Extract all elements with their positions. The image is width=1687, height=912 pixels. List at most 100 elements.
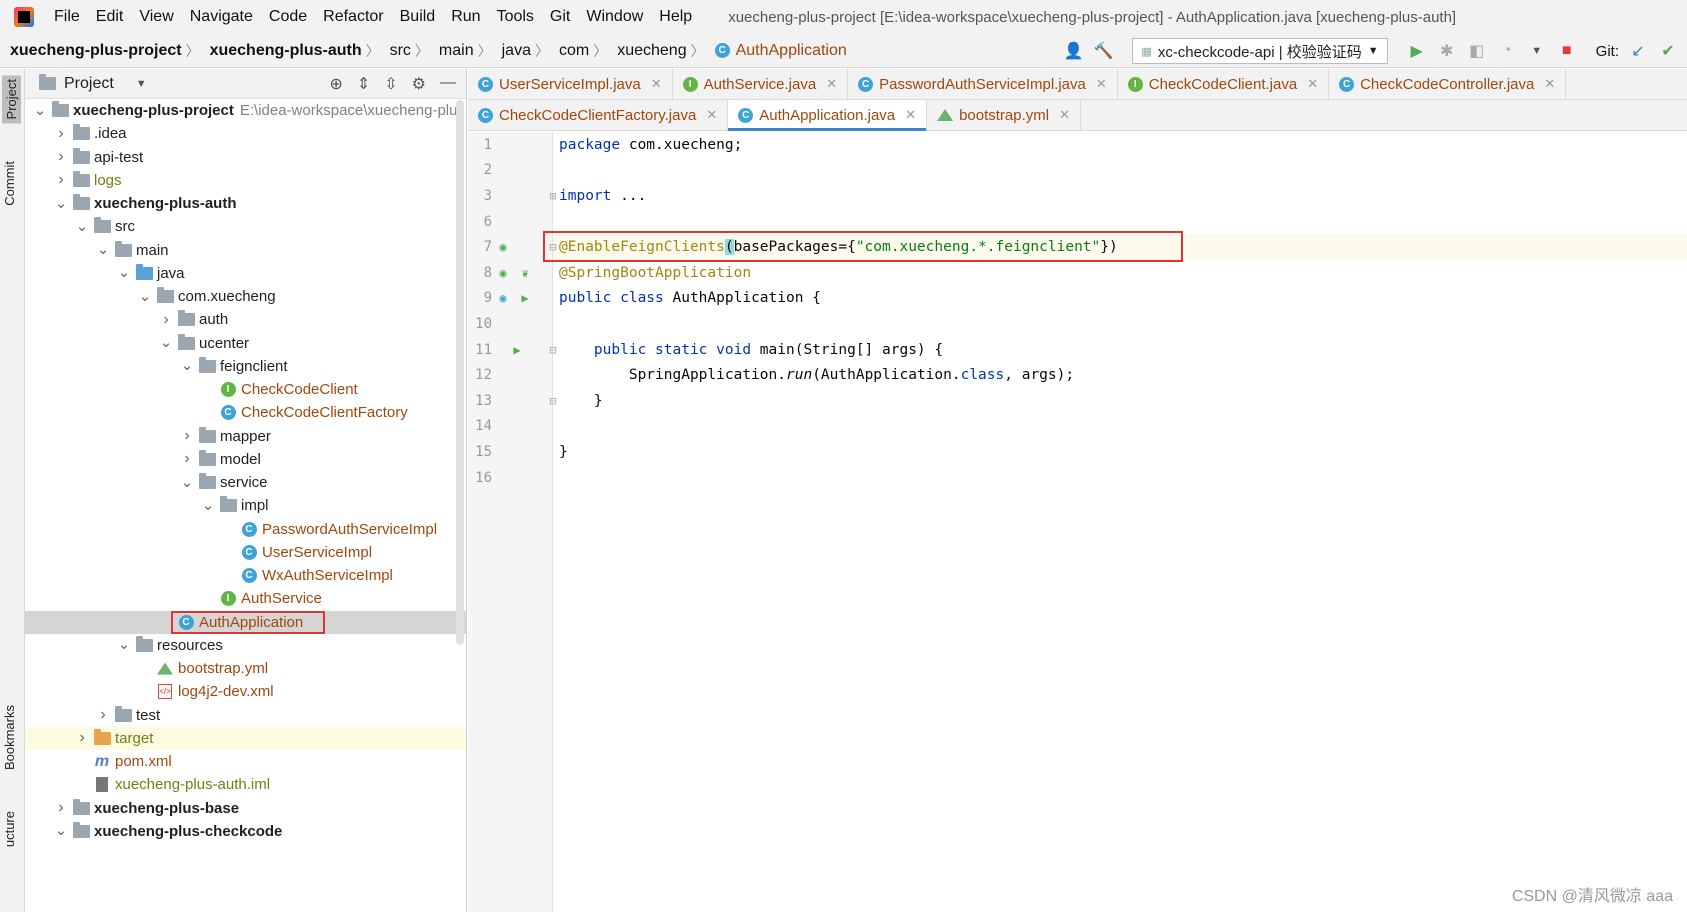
tree-item[interactable]: ⌄ xuecheng-plus-auth xyxy=(25,192,466,215)
menu-git[interactable]: Git xyxy=(542,8,578,26)
project-panel-title[interactable]: Project xyxy=(64,75,114,93)
code-line[interactable]: 8 ◉ ❦ @SpringBootApplication xyxy=(484,260,1687,286)
menu-view[interactable]: View xyxy=(131,8,181,26)
code-line[interactable]: 2 xyxy=(484,158,1687,184)
code-line[interactable]: 16 xyxy=(475,465,1687,491)
tree-item[interactable]: </> log4j2-dev.xml xyxy=(25,680,466,703)
project-tree-scrollbar[interactable] xyxy=(456,100,464,645)
spring-icon[interactable]: ❦ xyxy=(517,265,533,281)
more-run-icon[interactable]: ▼ xyxy=(1526,40,1548,62)
code-line[interactable]: 14 xyxy=(475,414,1687,440)
tree-item[interactable]: › model xyxy=(25,448,466,471)
chevron-right-icon[interactable]: › xyxy=(54,148,68,166)
breadcrumb-item[interactable]: xuecheng xyxy=(607,42,690,60)
chevron-right-icon[interactable]: › xyxy=(54,799,68,817)
code-line[interactable]: 1 package com.xuecheng; xyxy=(484,132,1687,158)
close-icon[interactable]: ✕ xyxy=(826,76,837,92)
tree-item[interactable]: bootstrap.yml xyxy=(25,657,466,680)
close-icon[interactable]: ✕ xyxy=(1307,76,1318,92)
chevron-right-icon[interactable]: › xyxy=(96,706,110,724)
tool-tab-commit[interactable]: Commit xyxy=(2,161,17,206)
menu-edit[interactable]: Edit xyxy=(88,8,132,26)
fold-icon[interactable]: ⊞ xyxy=(545,188,561,204)
breadcrumb-item[interactable]: xuecheng-plus-auth xyxy=(200,42,366,60)
tree-item[interactable]: › logs xyxy=(25,169,466,192)
tree-item[interactable]: › .idea xyxy=(25,122,466,145)
tree-item[interactable]: C AuthApplication xyxy=(25,610,466,634)
tree-item[interactable]: ⌄ main xyxy=(25,239,466,262)
tree-item[interactable]: I AuthService xyxy=(25,587,466,610)
chevron-down-icon[interactable]: ⌄ xyxy=(117,637,131,652)
tree-item[interactable]: › target xyxy=(25,726,466,750)
breadcrumb-item[interactable]: main xyxy=(429,42,478,60)
close-icon[interactable]: ✕ xyxy=(1096,76,1107,92)
collapse-all-icon[interactable]: ⇳ xyxy=(384,74,397,94)
close-icon[interactable]: ✕ xyxy=(1059,107,1070,123)
breadcrumb-item[interactable]: src xyxy=(380,42,415,60)
chevron-right-icon[interactable]: › xyxy=(54,171,68,189)
tree-item[interactable]: ⌄ feignclient xyxy=(25,355,466,378)
chevron-right-icon[interactable]: › xyxy=(180,427,194,445)
tree-item[interactable]: ⌄ src xyxy=(25,215,466,238)
chevron-right-icon[interactable]: › xyxy=(54,125,68,143)
tree-item[interactable]: ⌄ service xyxy=(25,471,466,494)
tree-item[interactable]: xuecheng-plus-auth.iml xyxy=(25,773,466,796)
bean-icon[interactable]: ◉ xyxy=(495,265,511,281)
chevron-down-icon[interactable]: ⌄ xyxy=(33,103,47,118)
breadcrumb-current[interactable]: C AuthApplication xyxy=(705,42,851,60)
tree-item[interactable]: ⌄ com.xuecheng xyxy=(25,285,466,308)
gear-icon[interactable]: ⚙ xyxy=(412,74,426,94)
expand-all-icon[interactable]: ⇕ xyxy=(357,74,370,94)
editor-tab[interactable]: C CheckCodeClientFactory.java ✕ xyxy=(468,100,729,130)
tree-item[interactable]: ⌄ resources xyxy=(25,634,466,657)
code-line[interactable]: 9 ◉ ▶ public class AuthApplication { xyxy=(484,286,1687,312)
tree-item[interactable]: C PasswordAuthServiceImpl xyxy=(25,518,466,541)
tree-item[interactable]: ⌄ ucenter xyxy=(25,332,466,355)
breadcrumb-item[interactable]: xuecheng-plus-project xyxy=(0,42,186,60)
menu-window[interactable]: Window xyxy=(578,8,651,26)
editor-tab[interactable]: I AuthService.java ✕ xyxy=(673,69,849,99)
close-icon[interactable]: ✕ xyxy=(706,107,717,123)
tree-item[interactable]: ⌄ impl xyxy=(25,494,466,517)
close-icon[interactable]: ✕ xyxy=(905,107,916,123)
chevron-right-icon[interactable]: › xyxy=(75,729,89,747)
spring-boot-icon[interactable]: ◉ xyxy=(495,290,511,306)
chevron-down-icon[interactable]: ⌄ xyxy=(180,358,194,373)
menu-refactor[interactable]: Refactor xyxy=(315,8,391,26)
tree-item[interactable]: m pom.xml xyxy=(25,750,466,773)
editor-tab[interactable]: bootstrap.yml ✕ xyxy=(927,100,1082,130)
chevron-down-icon[interactable]: ▼ xyxy=(136,78,147,90)
tree-item[interactable]: › auth xyxy=(25,308,466,331)
code-line[interactable]: 10 xyxy=(475,311,1687,337)
user-icon[interactable]: 👤 xyxy=(1062,40,1084,62)
code-line[interactable]: 12 SpringApplication.run(AuthApplication… xyxy=(475,362,1687,388)
breadcrumb-item[interactable]: com xyxy=(549,42,593,60)
run-icon[interactable]: ▶ xyxy=(1406,40,1428,62)
run-gutter-icon[interactable]: ▶ xyxy=(509,342,525,358)
code-line[interactable]: 15} xyxy=(475,439,1687,465)
menu-navigate[interactable]: Navigate xyxy=(182,8,261,26)
editor-tab[interactable]: C CheckCodeController.java ✕ xyxy=(1329,69,1567,99)
profile-icon[interactable]: ◔ xyxy=(1496,40,1518,62)
code-line[interactable]: 13 ⊟ } xyxy=(475,388,1687,414)
git-update-icon[interactable]: ↙ xyxy=(1627,40,1649,62)
editor-tab[interactable]: C AuthApplication.java ✕ xyxy=(728,100,928,131)
run-config-select[interactable]: ▦ xc-checkcode-api | 校验验证码 ▼ xyxy=(1132,38,1388,64)
chevron-right-icon[interactable]: › xyxy=(159,311,173,329)
tree-item[interactable]: › xuecheng-plus-base xyxy=(25,797,466,820)
git-commit-icon[interactable]: ✔ xyxy=(1657,40,1679,62)
coverage-icon[interactable]: ◧ xyxy=(1466,40,1488,62)
run-gutter-icon[interactable]: ▶ xyxy=(517,290,533,306)
code-line[interactable]: 11 ▶ ⊟ public static void main(String[] ar… xyxy=(475,337,1687,363)
tree-item[interactable]: C UserServiceImpl xyxy=(25,541,466,564)
menu-help[interactable]: Help xyxy=(651,8,700,26)
tree-item[interactable]: › api-test xyxy=(25,146,466,169)
tree-item[interactable]: ⌄ xuecheng-plus-checkcode xyxy=(25,820,466,843)
fold-icon[interactable]: ⊟ xyxy=(545,342,561,358)
tree-item[interactable]: C CheckCodeClientFactory xyxy=(25,401,466,424)
stop-icon[interactable]: ■ xyxy=(1556,40,1578,62)
debug-icon[interactable]: ✱ xyxy=(1436,40,1458,62)
chevron-down-icon[interactable]: ⌄ xyxy=(138,289,152,304)
breadcrumb-item[interactable]: java xyxy=(492,42,535,60)
chevron-down-icon[interactable]: ⌄ xyxy=(54,823,68,838)
